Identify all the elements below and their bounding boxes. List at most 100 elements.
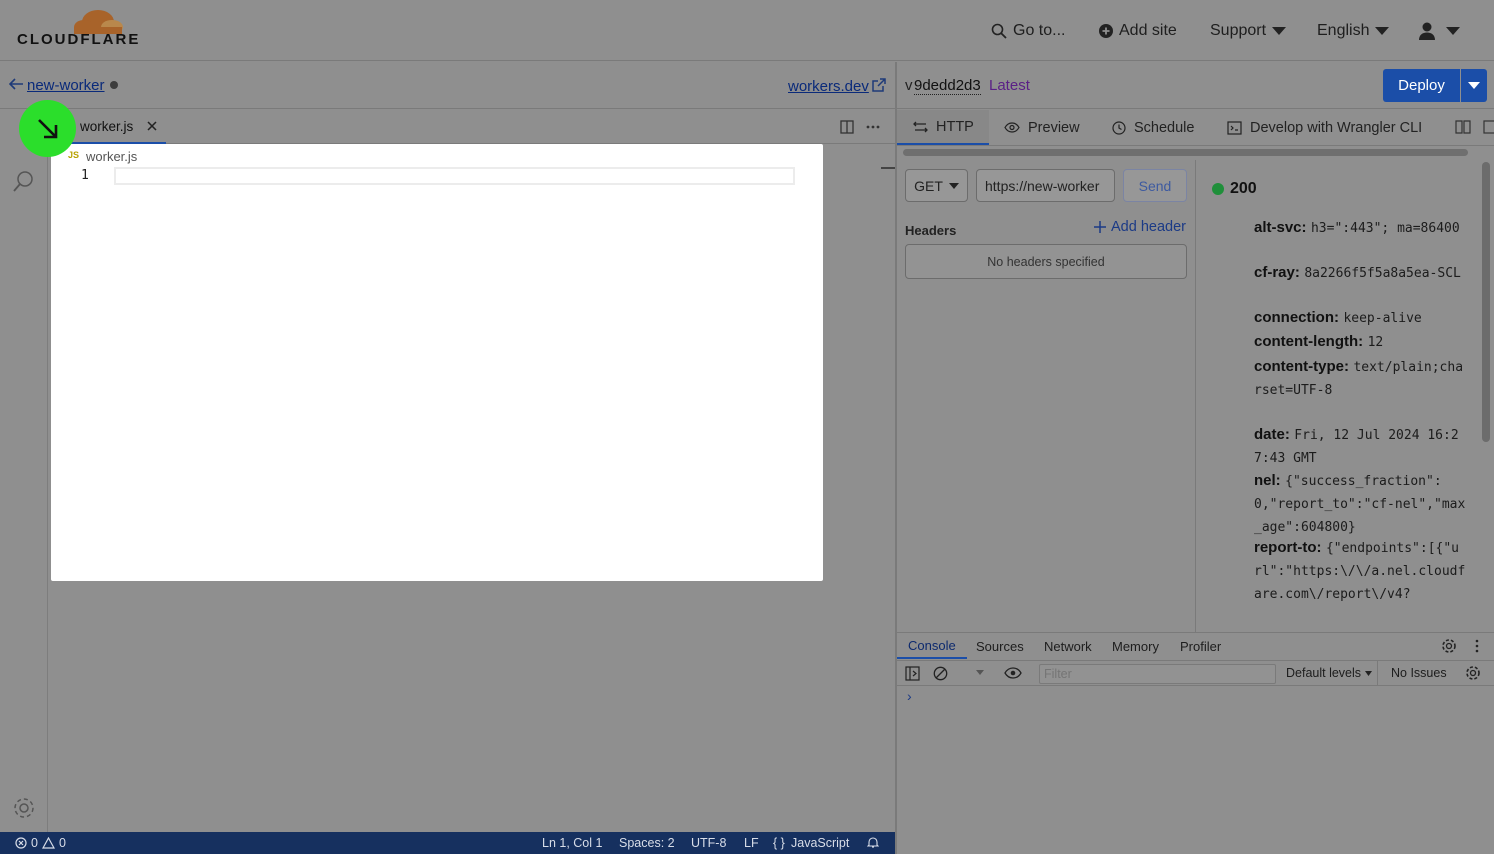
goto-button[interactable]: Go to... xyxy=(991,20,1065,42)
vertical-scrollbar[interactable] xyxy=(1482,162,1490,442)
console-toolbar: Default levels No Issues xyxy=(897,660,1494,686)
devtools-tab-network[interactable]: Network xyxy=(1044,633,1092,659)
deploy-button[interactable]: Deploy xyxy=(1383,69,1460,102)
toolbar-divider xyxy=(1377,661,1378,685)
user-menu[interactable] xyxy=(1418,20,1460,42)
console-prompt[interactable]: › xyxy=(907,688,912,704)
code-editor[interactable]: JS worker.js 1 xyxy=(51,144,823,581)
plus-circle-icon xyxy=(1099,24,1113,38)
devtools-more-icon[interactable] xyxy=(1475,639,1479,653)
latest-badge: Latest xyxy=(989,77,1030,94)
activity-bar xyxy=(0,110,48,832)
default-levels-dropdown[interactable]: Default levels xyxy=(1286,666,1373,680)
caret-down-icon xyxy=(948,182,959,189)
deploy-label: Deploy xyxy=(1398,77,1445,94)
breadcrumb[interactable]: worker.js xyxy=(86,149,137,164)
tab-http-label: HTTP xyxy=(936,118,974,135)
more-actions-icon[interactable] xyxy=(866,125,880,129)
caret-down-icon xyxy=(1365,670,1373,676)
encoding[interactable]: UTF-8 xyxy=(691,836,726,850)
back-arrow-icon[interactable] xyxy=(9,78,23,90)
search-icon[interactable] xyxy=(12,170,36,194)
arrow-down-right-icon xyxy=(37,118,57,138)
language-label: English xyxy=(1317,22,1370,39)
error-count: 0 xyxy=(31,836,38,850)
devtools-tab-memory[interactable]: Memory xyxy=(1112,633,1159,659)
indentation[interactable]: Spaces: 2 xyxy=(619,836,675,850)
version-header: v 9dedd2d3 Latest Deploy xyxy=(897,62,1494,109)
close-icon[interactable] xyxy=(147,121,157,131)
workers-dev-link[interactable]: workers.dev xyxy=(788,78,869,95)
status-bar: 0 0 Ln 1, Col 1 Spaces: 2 UTF-8 LF { } J… xyxy=(0,832,896,854)
user-icon xyxy=(1419,22,1435,40)
url-input[interactable]: https://new-worker xyxy=(976,169,1115,202)
panel-layout-icon[interactable] xyxy=(1483,120,1494,134)
live-expression-eye-icon[interactable] xyxy=(1004,667,1022,679)
clock-icon xyxy=(1112,120,1126,135)
method-select[interactable]: GET xyxy=(905,169,968,202)
click-indicator xyxy=(19,100,76,157)
js-file-icon: JS xyxy=(68,150,80,160)
console-settings-icon[interactable] xyxy=(1465,665,1481,681)
devtools-settings-icon[interactable] xyxy=(1441,638,1457,654)
add-header-button[interactable]: Add header xyxy=(1094,219,1186,235)
eye-icon xyxy=(1004,122,1020,133)
response-header-row: content-length: 12 xyxy=(1254,333,1384,350)
language-menu[interactable]: English xyxy=(1317,20,1390,42)
send-label: Send xyxy=(1138,177,1172,194)
add-site-label: Add site xyxy=(1119,22,1177,39)
cursor-position[interactable]: Ln 1, Col 1 xyxy=(542,836,602,850)
horizontal-scrollbar[interactable] xyxy=(903,149,1468,156)
external-link-icon[interactable] xyxy=(872,78,886,92)
split-editor-icon[interactable] xyxy=(840,120,854,134)
worker-name-link[interactable]: new-worker xyxy=(27,77,105,94)
tab-preview[interactable]: Preview xyxy=(1004,110,1080,145)
tab-wrangler[interactable]: Develop with Wrangler CLI xyxy=(1227,110,1422,145)
problems-indicator[interactable]: 0 0 xyxy=(15,836,66,850)
terminal-icon xyxy=(1227,120,1242,135)
method-value: GET xyxy=(914,177,943,194)
response-header-row: connection: keep-alive xyxy=(1254,309,1422,326)
line-number: 1 xyxy=(81,168,89,183)
worker-header: new-worker workers.dev xyxy=(0,62,896,109)
caret-down-icon xyxy=(1272,27,1287,35)
support-menu[interactable]: Support xyxy=(1210,20,1287,42)
version-id[interactable]: 9dedd2d3 xyxy=(914,77,981,95)
response-header-row: alt-svc: h3=":443"; ma=86400 xyxy=(1254,219,1460,236)
overview-ruler-marker xyxy=(881,167,895,169)
preview-tabs: HTTP Preview Schedule Develop with Wrang… xyxy=(897,110,1494,146)
version-prefix: v xyxy=(905,77,913,94)
devtools-tab-sources[interactable]: Sources xyxy=(976,633,1024,659)
response-header-row: report-to: {"endpoints":[{"url":"https:\… xyxy=(1254,539,1466,602)
send-button[interactable]: Send xyxy=(1123,169,1187,202)
no-headers-placeholder: No headers specified xyxy=(905,244,1187,279)
add-site-button[interactable]: Add site xyxy=(1099,20,1177,42)
current-line-highlight[interactable] xyxy=(114,167,795,185)
language-mode[interactable]: JavaScript xyxy=(791,836,849,850)
brand-logo[interactable]: CLOUDFLARE xyxy=(17,31,140,48)
response-header-row: date: Fri, 12 Jul 2024 16:27:43 GMT xyxy=(1254,426,1459,466)
clear-console-icon[interactable] xyxy=(933,666,948,681)
warning-icon xyxy=(41,837,55,849)
unsaved-dot-icon xyxy=(110,81,118,89)
issues-counter[interactable]: No Issues xyxy=(1391,666,1447,680)
sidebar-toggle-icon[interactable] xyxy=(905,666,920,681)
tab-preview-label: Preview xyxy=(1028,119,1080,136)
error-icon xyxy=(15,837,27,849)
bell-icon[interactable] xyxy=(867,836,879,849)
devtools-tab-profiler[interactable]: Profiler xyxy=(1180,633,1221,659)
deploy-options-button[interactable] xyxy=(1461,69,1487,102)
book-icon[interactable] xyxy=(1455,120,1471,134)
context-dropdown-icon[interactable] xyxy=(976,670,984,675)
editor-tab-bar: worker.js xyxy=(48,110,895,144)
tab-http[interactable]: HTTP xyxy=(897,110,989,145)
tab-schedule[interactable]: Schedule xyxy=(1112,110,1194,145)
end-of-line[interactable]: LF xyxy=(744,836,759,850)
top-navigation-bar: CLOUDFLARE Go to... Add site Support Eng… xyxy=(0,0,1494,61)
devtools-tab-console[interactable]: Console xyxy=(897,633,967,659)
tab-label: worker.js xyxy=(80,119,134,134)
response-header-row: cf-ray: 8a2266f5f5a8a5ea-SCL xyxy=(1254,264,1461,281)
caret-down-icon xyxy=(1468,82,1480,89)
settings-gear-icon[interactable] xyxy=(12,796,36,820)
console-filter-input[interactable] xyxy=(1039,664,1276,684)
